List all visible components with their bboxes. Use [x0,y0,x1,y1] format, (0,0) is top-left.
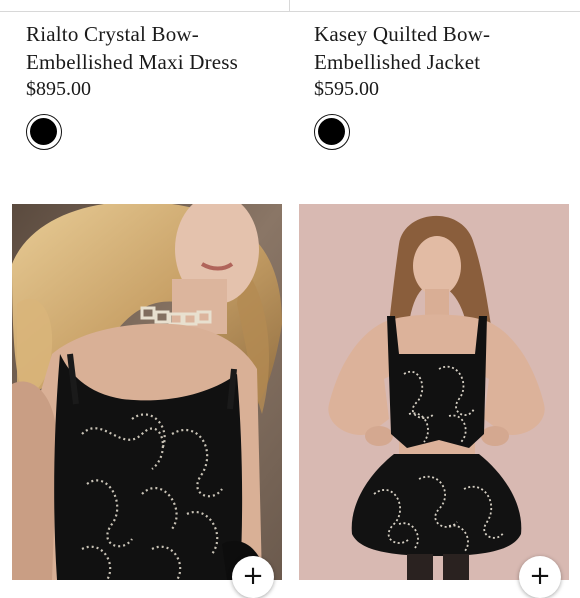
product-name[interactable]: Kasey Quilted Bow- Embellished Jacket [314,20,580,76]
product-name-line1: Kasey Quilted Bow- [314,22,491,46]
top-divider [0,11,580,12]
product-name[interactable]: Rialto Crystal Bow- Embellished Maxi Dre… [26,20,296,76]
column-divider [289,0,290,12]
add-to-bag-button[interactable]: + [232,556,274,598]
color-swatch-black[interactable] [314,114,350,150]
product-name-line1: Rialto Crystal Bow- [26,22,199,46]
product-name-line2: Embellished Maxi Dress [26,50,239,74]
product-image-corset-top[interactable] [12,204,282,580]
product-name-line2: Embellished Jacket [314,50,481,74]
color-swatch-black[interactable] [26,114,62,150]
product-price: $595.00 [314,78,379,100]
product-price: $895.00 [26,78,91,100]
add-to-bag-button[interactable]: + [519,556,561,598]
product-image-top-and-skirt[interactable] [299,204,569,580]
